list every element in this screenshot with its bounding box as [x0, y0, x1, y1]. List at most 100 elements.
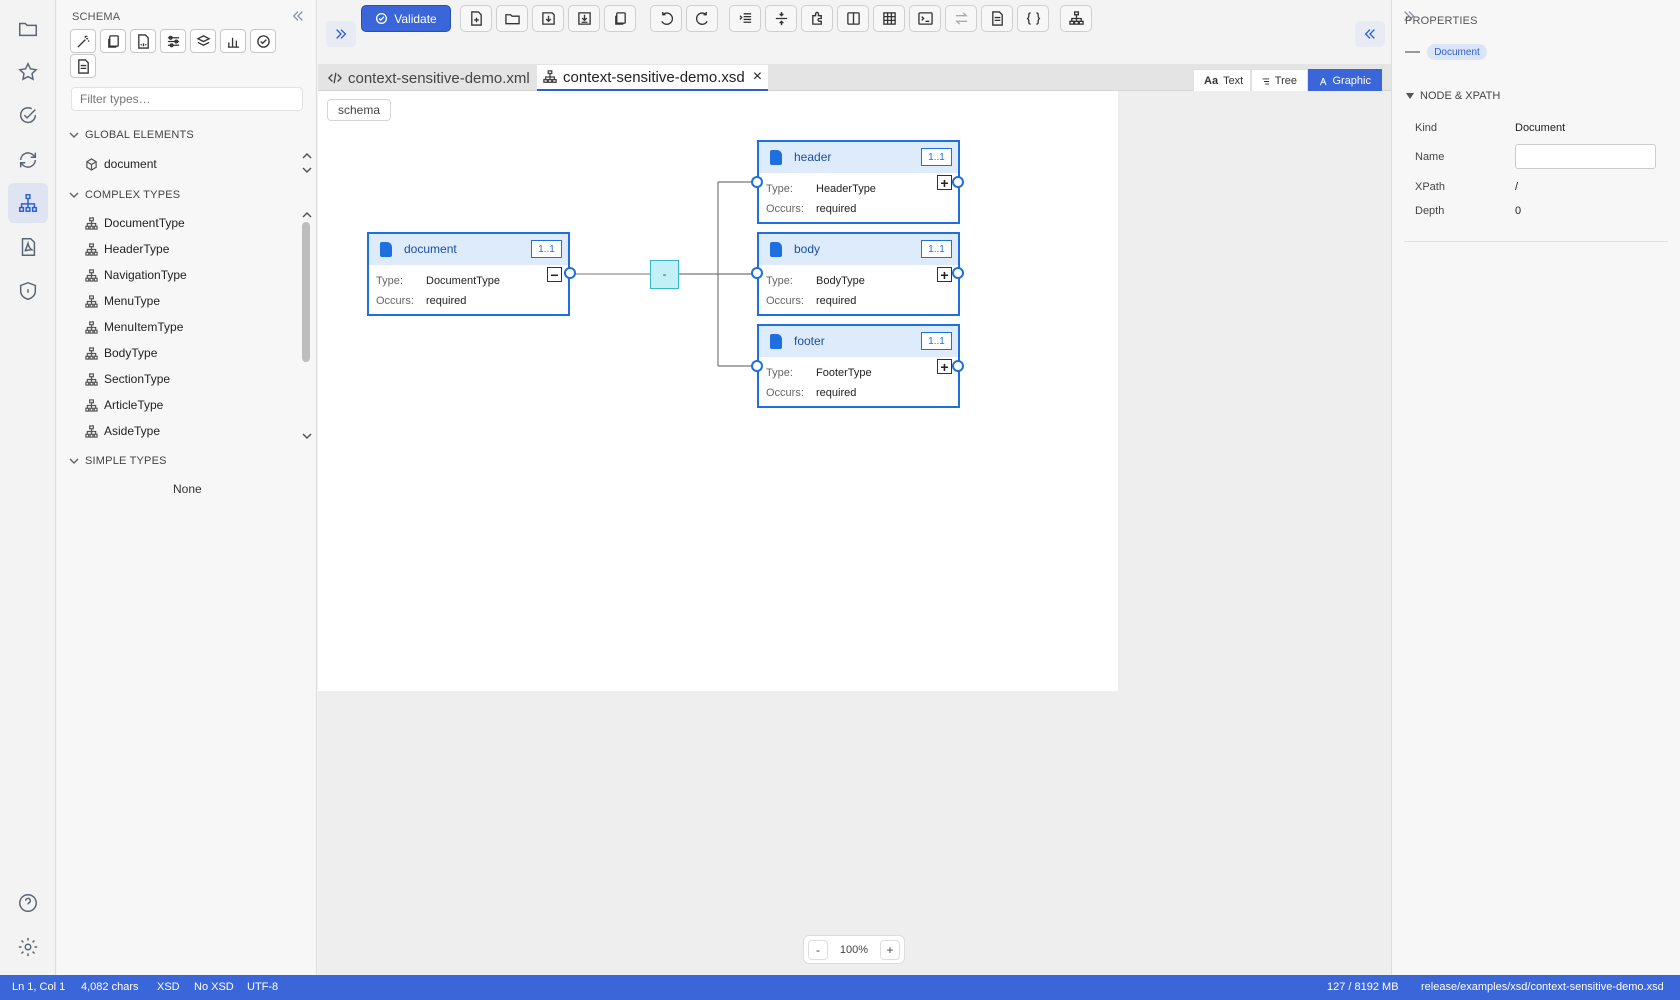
- star-icon[interactable]: [8, 52, 48, 92]
- validate-label: Validate: [394, 11, 437, 26]
- undo-icon[interactable]: [650, 5, 682, 32]
- scroll-up-icon[interactable]: [301, 209, 313, 221]
- node-xpath-section-header[interactable]: NODE & XPATH: [1406, 90, 1500, 102]
- view-text-button[interactable]: Aa Text: [1193, 69, 1251, 93]
- complex-type-item[interactable]: BodyType: [85, 346, 157, 360]
- schema-node-footer[interactable]: footer 1..1 + Type: FooterType Occurs: r…: [757, 324, 960, 408]
- global-elements-header[interactable]: GLOBAL ELEMENTS: [69, 129, 194, 141]
- complex-type-item[interactable]: ArticleType: [85, 398, 163, 412]
- xml-file-icon[interactable]: [130, 29, 156, 53]
- collapse-node-button[interactable]: −: [547, 267, 562, 282]
- close-icon[interactable]: ×: [753, 68, 762, 86]
- element-icon: [770, 150, 782, 165]
- expand-node-button[interactable]: +: [937, 359, 952, 374]
- pdf-icon[interactable]: [8, 227, 48, 267]
- tab-xml-file[interactable]: context-sensitive-demo.xml: [322, 65, 536, 91]
- complex-type-item[interactable]: AsideType: [85, 424, 160, 438]
- xpath-label: XPath: [1415, 181, 1445, 193]
- node-name: header: [794, 150, 832, 164]
- global-element-document[interactable]: document: [85, 157, 157, 171]
- tree-item-label: MenuItemType: [104, 320, 184, 334]
- cursor-position[interactable]: Ln 1, Col 1: [12, 981, 65, 993]
- xpath-value: /: [1515, 181, 1519, 193]
- scroll-up-icon[interactable]: [301, 150, 313, 162]
- split-view-icon[interactable]: [837, 5, 869, 32]
- hierarchy-icon[interactable]: [1060, 5, 1092, 32]
- complex-type-item[interactable]: DocumentType: [85, 216, 185, 230]
- file-text-icon[interactable]: [981, 5, 1013, 32]
- expand-properties-icon[interactable]: [1355, 21, 1385, 47]
- folder-icon[interactable]: [8, 9, 48, 49]
- scroll-down-icon[interactable]: [301, 164, 313, 176]
- save-as-icon[interactable]: [568, 5, 600, 32]
- scroll-down-icon[interactable]: [301, 430, 313, 442]
- body-output-port[interactable]: [952, 267, 964, 279]
- sliders-icon[interactable]: [160, 29, 186, 53]
- bar-chart-icon[interactable]: [220, 29, 246, 53]
- validate-button[interactable]: Validate: [361, 5, 451, 32]
- compress-icon[interactable]: [765, 5, 797, 32]
- body-input-port[interactable]: [751, 267, 763, 279]
- name-field[interactable]: [1515, 144, 1656, 169]
- simple-types-header[interactable]: SIMPLE TYPES: [69, 455, 167, 467]
- plugin-icon[interactable]: [801, 5, 833, 32]
- expand-node-button[interactable]: +: [937, 267, 952, 282]
- scrollbar-thumb[interactable]: [302, 222, 310, 362]
- terminal-icon[interactable]: [909, 5, 941, 32]
- layers-icon[interactable]: [190, 29, 216, 53]
- complex-type-item[interactable]: NavigationType: [85, 268, 187, 282]
- section-label: GLOBAL ELEMENTS: [85, 129, 194, 141]
- check-badge-icon[interactable]: [250, 29, 276, 53]
- schema-breadcrumb[interactable]: schema: [327, 99, 391, 121]
- schema-node-document[interactable]: document 1..1 − Type: DocumentType Occur…: [367, 232, 570, 316]
- redo-icon[interactable]: [686, 5, 718, 32]
- zoom-in-button[interactable]: +: [879, 939, 900, 960]
- sync-icon[interactable]: [8, 140, 48, 180]
- wand-icon[interactable]: [70, 29, 96, 53]
- json-braces-icon[interactable]: [1017, 5, 1049, 32]
- complex-type-item[interactable]: HeaderType: [85, 242, 169, 256]
- zoom-out-button[interactable]: -: [808, 939, 828, 960]
- tab-xsd-file[interactable]: context-sensitive-demo.xsd ×: [537, 65, 769, 91]
- complex-type-item[interactable]: MenuType: [85, 294, 160, 308]
- schema-status[interactable]: No XSD: [194, 981, 234, 993]
- check-circle-icon[interactable]: [8, 96, 48, 136]
- new-file-icon[interactable]: [460, 5, 492, 32]
- header-output-port[interactable]: [952, 176, 964, 188]
- format-indent-icon[interactable]: [729, 5, 761, 32]
- copy-icon[interactable]: [100, 29, 126, 53]
- language-mode[interactable]: XSD: [157, 981, 180, 993]
- encoding[interactable]: UTF-8: [247, 981, 278, 993]
- section-label: NODE & XPATH: [1420, 90, 1501, 102]
- root-output-port[interactable]: [564, 267, 576, 279]
- settings-icon[interactable]: [8, 927, 48, 967]
- footer-output-port[interactable]: [952, 360, 964, 372]
- hierarchy-icon: [85, 320, 98, 334]
- filter-types-input[interactable]: [71, 87, 303, 111]
- complex-types-header[interactable]: COMPLEX TYPES: [69, 189, 180, 201]
- occurs-label: Occurs:: [376, 295, 414, 307]
- copy-icon[interactable]: [604, 5, 636, 32]
- sequence-compositor[interactable]: -: [650, 260, 679, 289]
- open-folder-icon[interactable]: [496, 5, 528, 32]
- collapse-left-icon[interactable]: [287, 5, 309, 27]
- document-icon[interactable]: [70, 54, 96, 78]
- caret-down-icon: [1406, 93, 1414, 99]
- expand-sidebar-icon[interactable]: [326, 21, 356, 47]
- save-icon[interactable]: [532, 5, 564, 32]
- view-tree-button[interactable]: Tree: [1251, 69, 1308, 93]
- complex-type-item[interactable]: MenuItemType: [85, 320, 183, 334]
- table-icon[interactable]: [873, 5, 905, 32]
- complex-type-item[interactable]: SectionType: [85, 372, 170, 386]
- help-icon[interactable]: [8, 883, 48, 923]
- shield-icon[interactable]: [8, 271, 48, 311]
- schema-tree-icon[interactable]: [8, 183, 48, 223]
- view-graphic-button[interactable]: Graphic: [1308, 69, 1382, 93]
- schema-node-header[interactable]: header 1..1 + Type: HeaderType Occurs: r…: [757, 140, 960, 224]
- expand-node-button[interactable]: +: [937, 175, 952, 190]
- transform-icon[interactable]: [945, 5, 977, 32]
- diagram-canvas[interactable]: [318, 91, 1118, 691]
- schema-node-body[interactable]: body 1..1 + Type: BodyType Occurs: requi…: [757, 232, 960, 316]
- footer-input-port[interactable]: [751, 360, 763, 372]
- header-input-port[interactable]: [751, 176, 763, 188]
